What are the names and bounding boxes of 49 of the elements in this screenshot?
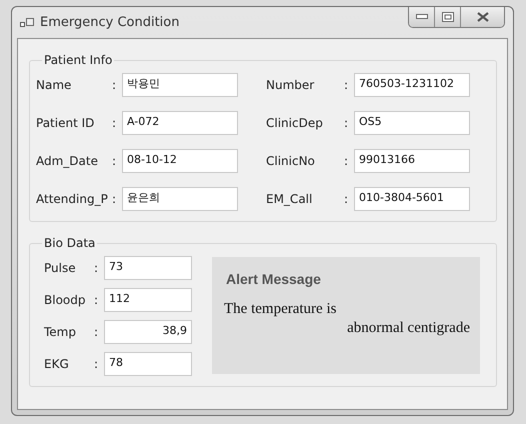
label-colon: : <box>344 192 350 206</box>
label-colon: : <box>112 78 118 92</box>
field-label: EM_Call <box>266 192 314 206</box>
field-label: Name <box>36 78 72 92</box>
input-field[interactable]: A-072 <box>122 111 238 135</box>
label-colon: : <box>94 325 100 339</box>
input-field[interactable]: 99013166 <box>354 149 470 173</box>
field-label: Bloodp <box>44 293 86 307</box>
field-label: Patient ID <box>36 116 96 130</box>
maximize-icon <box>442 12 454 22</box>
input-field[interactable]: 73 <box>104 256 192 280</box>
group-title: Bio Data <box>43 236 96 250</box>
input-field[interactable]: 08-10-12 <box>122 149 238 173</box>
field-label: Pulse <box>44 261 77 275</box>
window-title: Emergency Condition <box>40 15 180 30</box>
field-label: Adm_Date <box>36 154 99 168</box>
input-field[interactable]: 78 <box>104 352 192 376</box>
alert-message-line: abnormal centigrade <box>347 320 470 337</box>
alert-message-line: The temperature is <box>224 301 336 318</box>
input-field[interactable]: OS5 <box>354 111 470 135</box>
input-field[interactable]: 박용민 <box>122 73 238 97</box>
close-button[interactable] <box>461 7 504 27</box>
label-colon: : <box>112 116 118 130</box>
input-field[interactable]: 윤은희 <box>122 187 238 211</box>
label-colon: : <box>344 78 350 92</box>
field-label: EKG <box>44 357 70 371</box>
field-label: ClinicNo <box>266 154 316 168</box>
label-colon: : <box>94 261 100 275</box>
field-label: Attending_P <box>36 192 109 206</box>
minimize-button[interactable] <box>409 7 435 27</box>
input-field[interactable]: 010-3804-5601 <box>354 187 470 211</box>
label-colon: : <box>94 293 100 307</box>
input-field[interactable]: 760503-1231102 <box>354 73 470 97</box>
group-title: Patient Info <box>43 53 114 67</box>
field-label: Number <box>266 78 316 92</box>
close-icon <box>476 12 490 22</box>
field-label: ClinicDep <box>266 116 324 130</box>
input-field[interactable]: 112 <box>104 288 192 312</box>
alert-title: Alert Message <box>226 271 322 287</box>
minimize-icon <box>416 14 428 20</box>
field-label: Temp <box>44 325 77 339</box>
label-colon: : <box>112 192 118 206</box>
app-icon <box>20 16 34 28</box>
label-colon: : <box>112 154 118 168</box>
label-colon: : <box>94 357 100 371</box>
label-colon: : <box>344 154 350 168</box>
maximize-button[interactable] <box>435 7 461 27</box>
input-field[interactable]: 38,9 <box>104 320 192 344</box>
label-colon: : <box>344 116 350 130</box>
